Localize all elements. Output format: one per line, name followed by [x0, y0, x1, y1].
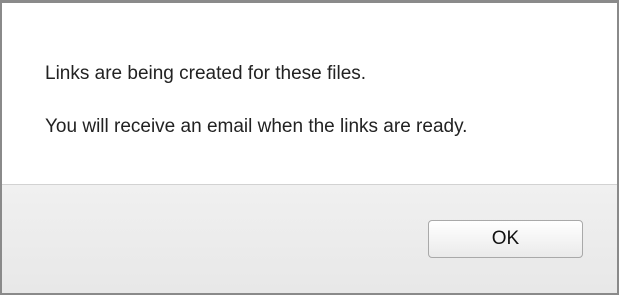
notification-dialog: Links are being created for these files.…	[0, 0, 619, 295]
dialog-message-links-created: Links are being created for these files.	[45, 63, 367, 84]
dialog-body: Links are being created for these files.…	[2, 3, 617, 184]
dialog-footer: OK	[2, 184, 617, 293]
dialog-message-email-notice: You will receive an email when the links…	[45, 116, 468, 137]
ok-button[interactable]: OK	[428, 220, 583, 258]
